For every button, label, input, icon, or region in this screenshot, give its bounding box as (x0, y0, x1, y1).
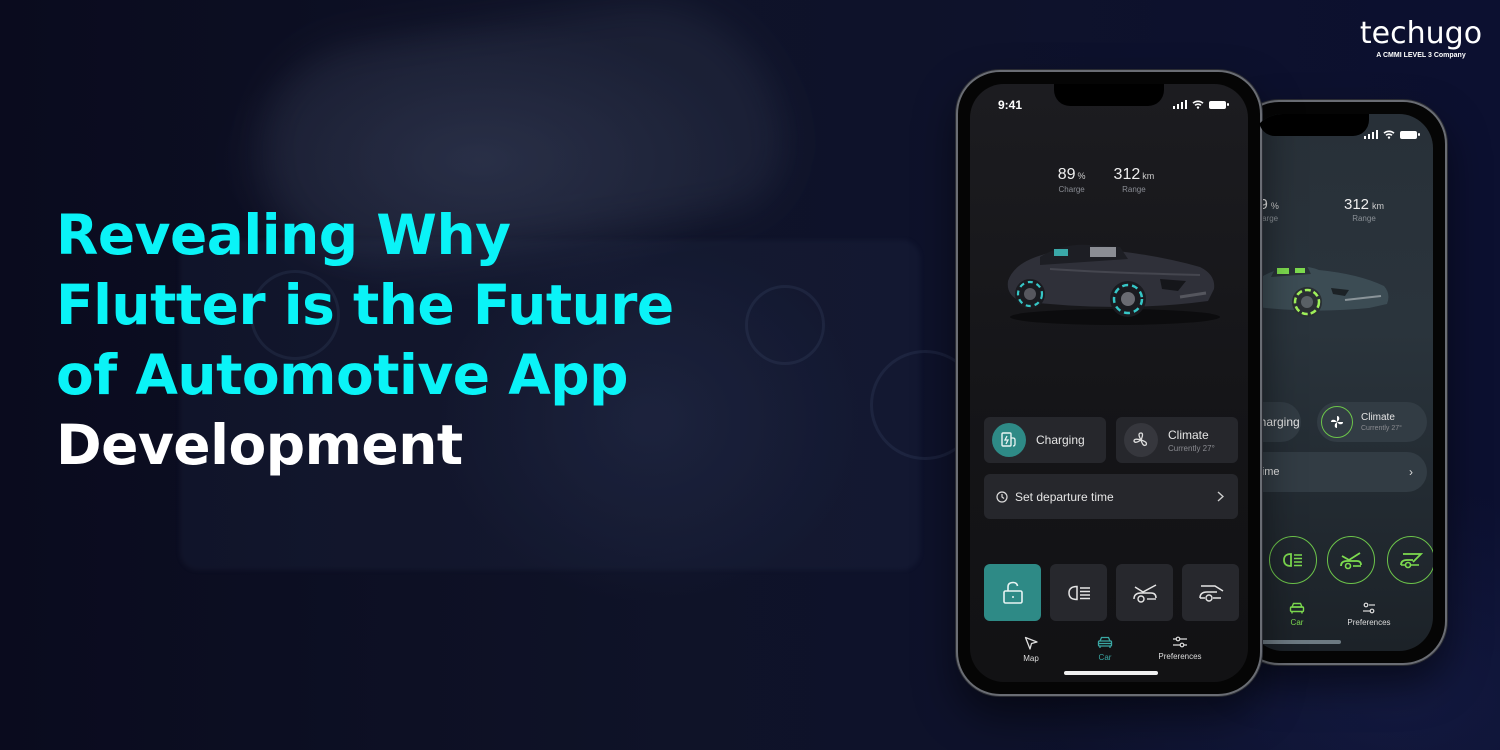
phone-back-screen: 89% Charge 312km Range Charging Climate … (1249, 114, 1433, 651)
fan-icon (1133, 432, 1148, 447)
departure-time-card[interactable]: Set departure time › (1249, 452, 1427, 492)
vehicle-stats: 89% Charge 312 km Range (970, 166, 1248, 194)
clock-icon (996, 490, 1008, 503)
wifi-icon (1383, 130, 1395, 139)
stat-range: 312 km Range (1113, 166, 1155, 194)
techugo-logo: techugo A CMMI LEVEL 3 Company (1356, 16, 1486, 60)
hood-button[interactable] (1116, 564, 1173, 621)
wifi-icon (1192, 100, 1204, 109)
stat-charge: 89% Charge (1057, 166, 1086, 194)
headline-line-4: Development (56, 413, 463, 477)
status-bar: 9:41 (970, 98, 1248, 114)
nav-item-map[interactable]: Map (996, 636, 1066, 663)
car-image (1249, 264, 1389, 317)
chevron-right-icon: › (1409, 465, 1413, 479)
phone-mockup-back: 89% Charge 312km Range Charging Climate … (1235, 100, 1447, 665)
headline-line-1: Revealing Why (56, 203, 511, 267)
status-bar (1249, 128, 1433, 144)
car-icon (1097, 636, 1113, 648)
headline-line-3: of Automotive App (56, 343, 629, 407)
trunk-open-icon (1400, 553, 1423, 569)
fan-icon (1321, 406, 1353, 438)
climate-card[interactable]: Climate Currently 27° (1116, 417, 1238, 463)
logo-wordmark: techugo (1359, 16, 1483, 51)
unlock-icon (1002, 581, 1023, 604)
chevron-right-icon (1217, 491, 1224, 502)
climate-card[interactable]: Climate Currently 27° (1317, 402, 1427, 442)
trunk-button[interactable] (1387, 536, 1433, 584)
car-image (1007, 244, 1220, 325)
battery-icon (1400, 130, 1420, 139)
hood-button[interactable] (1327, 536, 1375, 584)
headlight-icon (1283, 553, 1302, 567)
hood-open-icon (1340, 552, 1362, 570)
departure-time-card[interactable]: Set departure time (984, 474, 1238, 519)
home-indicator (1064, 671, 1158, 675)
bottom-nav: Map Car Preferences (1000, 636, 1220, 663)
bottom-nav: Car Preferences (1277, 602, 1409, 627)
background-gauge (745, 285, 825, 365)
signal-icon (1363, 130, 1378, 139)
nav-item-preferences[interactable]: Preferences (1140, 636, 1220, 663)
nav-item-preferences[interactable]: Preferences (1329, 602, 1409, 627)
battery-icon (1209, 100, 1229, 109)
sliders-icon (1173, 636, 1187, 648)
home-indicator (1255, 640, 1341, 644)
charging-card[interactable]: Charging (984, 417, 1106, 463)
phone-mockup-front: 9:41 89% Charge 312 km Range Charging Cl… (956, 70, 1262, 696)
nav-item-car[interactable]: Car (1277, 602, 1317, 627)
sliders-icon (1363, 602, 1375, 614)
headlight-icon (1067, 585, 1090, 600)
unlock-button[interactable] (984, 564, 1041, 621)
nav-item-car[interactable]: Car (1070, 636, 1140, 663)
headlights-button[interactable] (1050, 564, 1107, 621)
signal-icon (1172, 100, 1187, 109)
phone-front-screen: 9:41 89% Charge 312 km Range Charging Cl… (970, 84, 1248, 682)
logo-tagline: A CMMI LEVEL 3 Company (1376, 52, 1466, 59)
headline-line-2: Flutter is the Future (56, 273, 674, 337)
hood-open-icon (1132, 583, 1157, 603)
status-time: 9:41 (998, 98, 1023, 112)
headlights-button[interactable] (1269, 536, 1317, 584)
ev-charger-icon (1001, 432, 1016, 447)
trunk-open-icon (1198, 584, 1223, 602)
car-icon (1289, 602, 1305, 614)
trunk-button[interactable] (1182, 564, 1239, 621)
navigation-arrow-icon (1024, 636, 1038, 650)
headline: Revealing Why Flutter is the Future of A… (56, 200, 674, 480)
stat-range: 312 km Range (1343, 196, 1385, 223)
